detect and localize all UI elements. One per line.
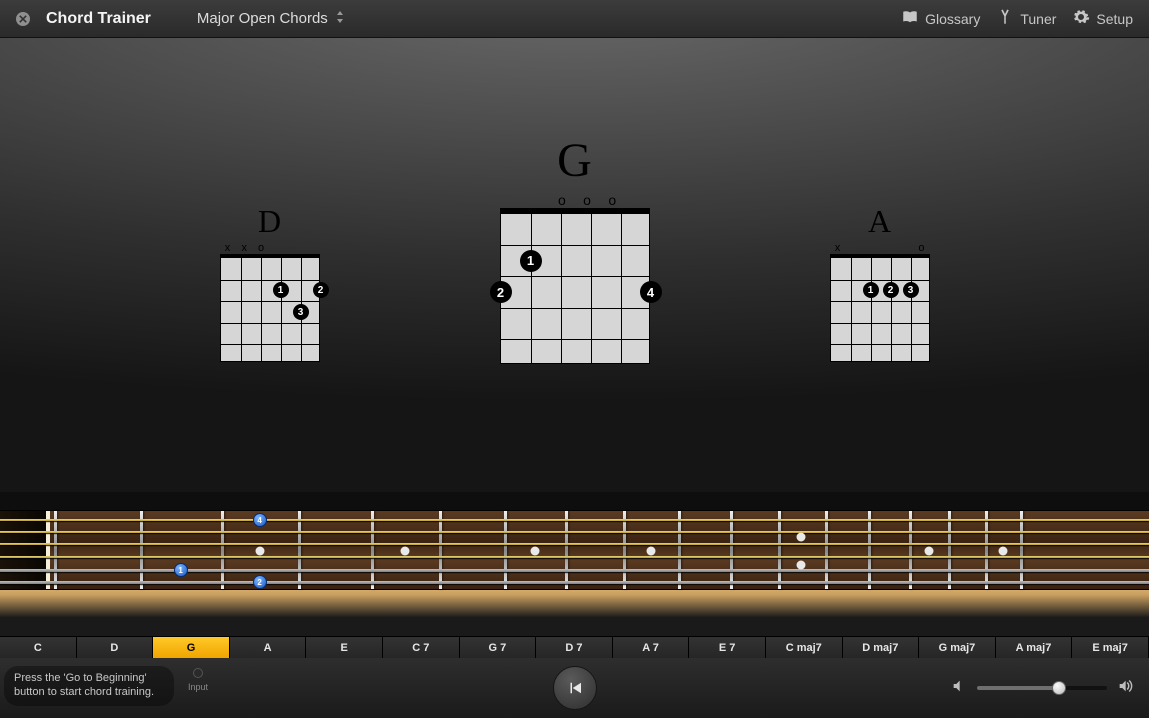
close-button[interactable] — [16, 12, 30, 26]
chord-name: A — [830, 203, 930, 240]
glossary-label: Glossary — [925, 11, 980, 27]
gear-icon — [1072, 8, 1090, 29]
chord-tab[interactable]: E 7 — [689, 637, 766, 658]
chord-tab[interactable]: A maj7 — [996, 637, 1073, 658]
finger-marker: 2 — [490, 281, 512, 303]
chord-strip: CDGAEC 7G 7D 7A 7E 7C maj7D maj7G maj7A … — [0, 636, 1149, 658]
header-bar: Chord Trainer Major Open Chords Glossary… — [0, 0, 1149, 38]
headstock — [0, 511, 50, 589]
neck-finger-marker: 4 — [253, 513, 267, 527]
input-label: Input — [188, 682, 208, 692]
go-to-beginning-button[interactable] — [553, 666, 597, 710]
chord-diagram: 123 — [220, 254, 320, 362]
nut-row: xxo — [220, 242, 320, 254]
nut-row: xo — [830, 242, 930, 254]
finger-marker: 1 — [520, 250, 542, 272]
glossary-button[interactable]: Glossary — [901, 8, 980, 29]
chevron-updown-icon — [336, 11, 344, 26]
setup-button[interactable]: Setup — [1072, 8, 1133, 29]
volume-low-icon — [951, 678, 967, 699]
neck-finger-marker: 1 — [174, 563, 188, 577]
chord-name: D — [220, 203, 320, 240]
book-icon — [901, 8, 919, 29]
tuner-button[interactable]: Tuner — [996, 8, 1056, 29]
volume-control — [951, 678, 1133, 699]
chord-tab[interactable]: G maj7 — [919, 637, 996, 658]
input-led-icon — [193, 668, 203, 678]
chord-tab[interactable]: C maj7 — [766, 637, 843, 658]
hint-bubble: Press the 'Go to Beginning' button to st… — [4, 666, 174, 706]
finger-marker: 4 — [640, 281, 662, 303]
chord-card-center[interactable]: G ooo 124 — [500, 133, 650, 364]
chord-card-left[interactable]: D xxo 123 — [220, 203, 320, 362]
chord-diagram: 123 — [830, 254, 930, 362]
lesson-dropdown[interactable]: Major Open Chords — [197, 10, 344, 27]
chord-tab[interactable]: G — [153, 637, 230, 658]
chord-card-right[interactable]: A xo 123 — [830, 203, 930, 362]
fretboard[interactable]: 1 2 4 — [0, 492, 1149, 636]
input-indicator: Input — [188, 668, 208, 692]
chord-tab[interactable]: A 7 — [613, 637, 690, 658]
neck-finger-marker: 2 — [253, 575, 267, 589]
slider-thumb[interactable] — [1052, 681, 1066, 695]
app-title: Chord Trainer — [46, 10, 151, 28]
chord-tab[interactable]: E maj7 — [1072, 637, 1149, 658]
chord-tab[interactable]: E — [306, 637, 383, 658]
lesson-dropdown-label: Major Open Chords — [197, 10, 328, 27]
volume-slider[interactable] — [977, 686, 1107, 690]
chord-tab[interactable]: C 7 — [383, 637, 460, 658]
transport-controls — [553, 666, 597, 710]
stage: D xxo 123 G ooo 124 A xo 123 — [0, 38, 1149, 492]
finger-marker: 3 — [293, 304, 309, 320]
chord-tab[interactable]: D — [77, 637, 154, 658]
finger-marker: 2 — [313, 282, 329, 298]
chord-tab[interactable]: C — [0, 637, 77, 658]
tuning-fork-icon — [996, 8, 1014, 29]
bottom-bar: Press the 'Go to Beginning' button to st… — [0, 658, 1149, 718]
chord-tab[interactable]: D 7 — [536, 637, 613, 658]
volume-high-icon — [1117, 678, 1133, 699]
chord-diagram: 124 — [500, 208, 650, 364]
chord-tab[interactable]: G 7 — [460, 637, 537, 658]
setup-label: Setup — [1096, 11, 1133, 27]
nut-row: ooo — [500, 192, 650, 208]
chord-tab[interactable]: A — [230, 637, 307, 658]
chord-name: G — [500, 133, 650, 188]
chord-tab[interactable]: D maj7 — [843, 637, 920, 658]
tuner-label: Tuner — [1020, 11, 1056, 27]
